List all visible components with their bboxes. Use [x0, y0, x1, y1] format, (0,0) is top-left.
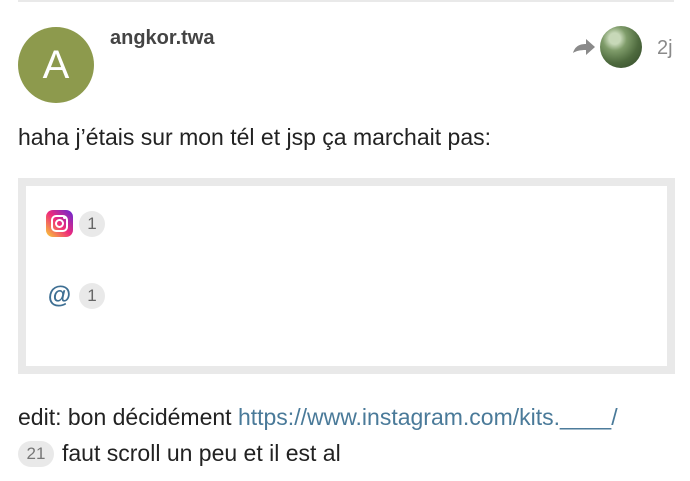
top-divider — [18, 0, 674, 2]
onebox-item-mention[interactable]: @ 1 — [46, 282, 105, 309]
edit-text: edit: bon décidément https://www.instagr… — [18, 404, 618, 431]
click-count-badge: 1 — [79, 282, 105, 309]
at-icon: @ — [47, 282, 72, 309]
avatar-letter: A — [42, 43, 70, 87]
click-count-badge: 1 — [79, 210, 105, 237]
link-click-count: 21 — [18, 440, 54, 467]
reply-arrow-icon[interactable] — [571, 37, 597, 59]
username[interactable]: angkor.twa — [110, 27, 214, 50]
avatar[interactable]: A — [18, 27, 94, 103]
onebox-item-instagram[interactable]: 1 — [46, 210, 105, 237]
instagram-link[interactable]: https://www.instagram.com/kits.____/ — [238, 404, 618, 430]
edit-suffix: faut scroll un peu et il est al — [62, 440, 341, 466]
post-time[interactable]: 2j — [657, 37, 673, 60]
reply-to-avatar[interactable] — [600, 26, 642, 68]
edit-second-line: 21 faut scroll un peu et il est al — [18, 440, 341, 467]
instagram-icon — [46, 210, 73, 237]
post-text: haha j’étais sur mon tél et jsp ça march… — [18, 124, 492, 150]
link-onebox: 1 @ 1 — [18, 178, 675, 374]
edit-prefix: edit: bon décidément — [18, 404, 238, 430]
